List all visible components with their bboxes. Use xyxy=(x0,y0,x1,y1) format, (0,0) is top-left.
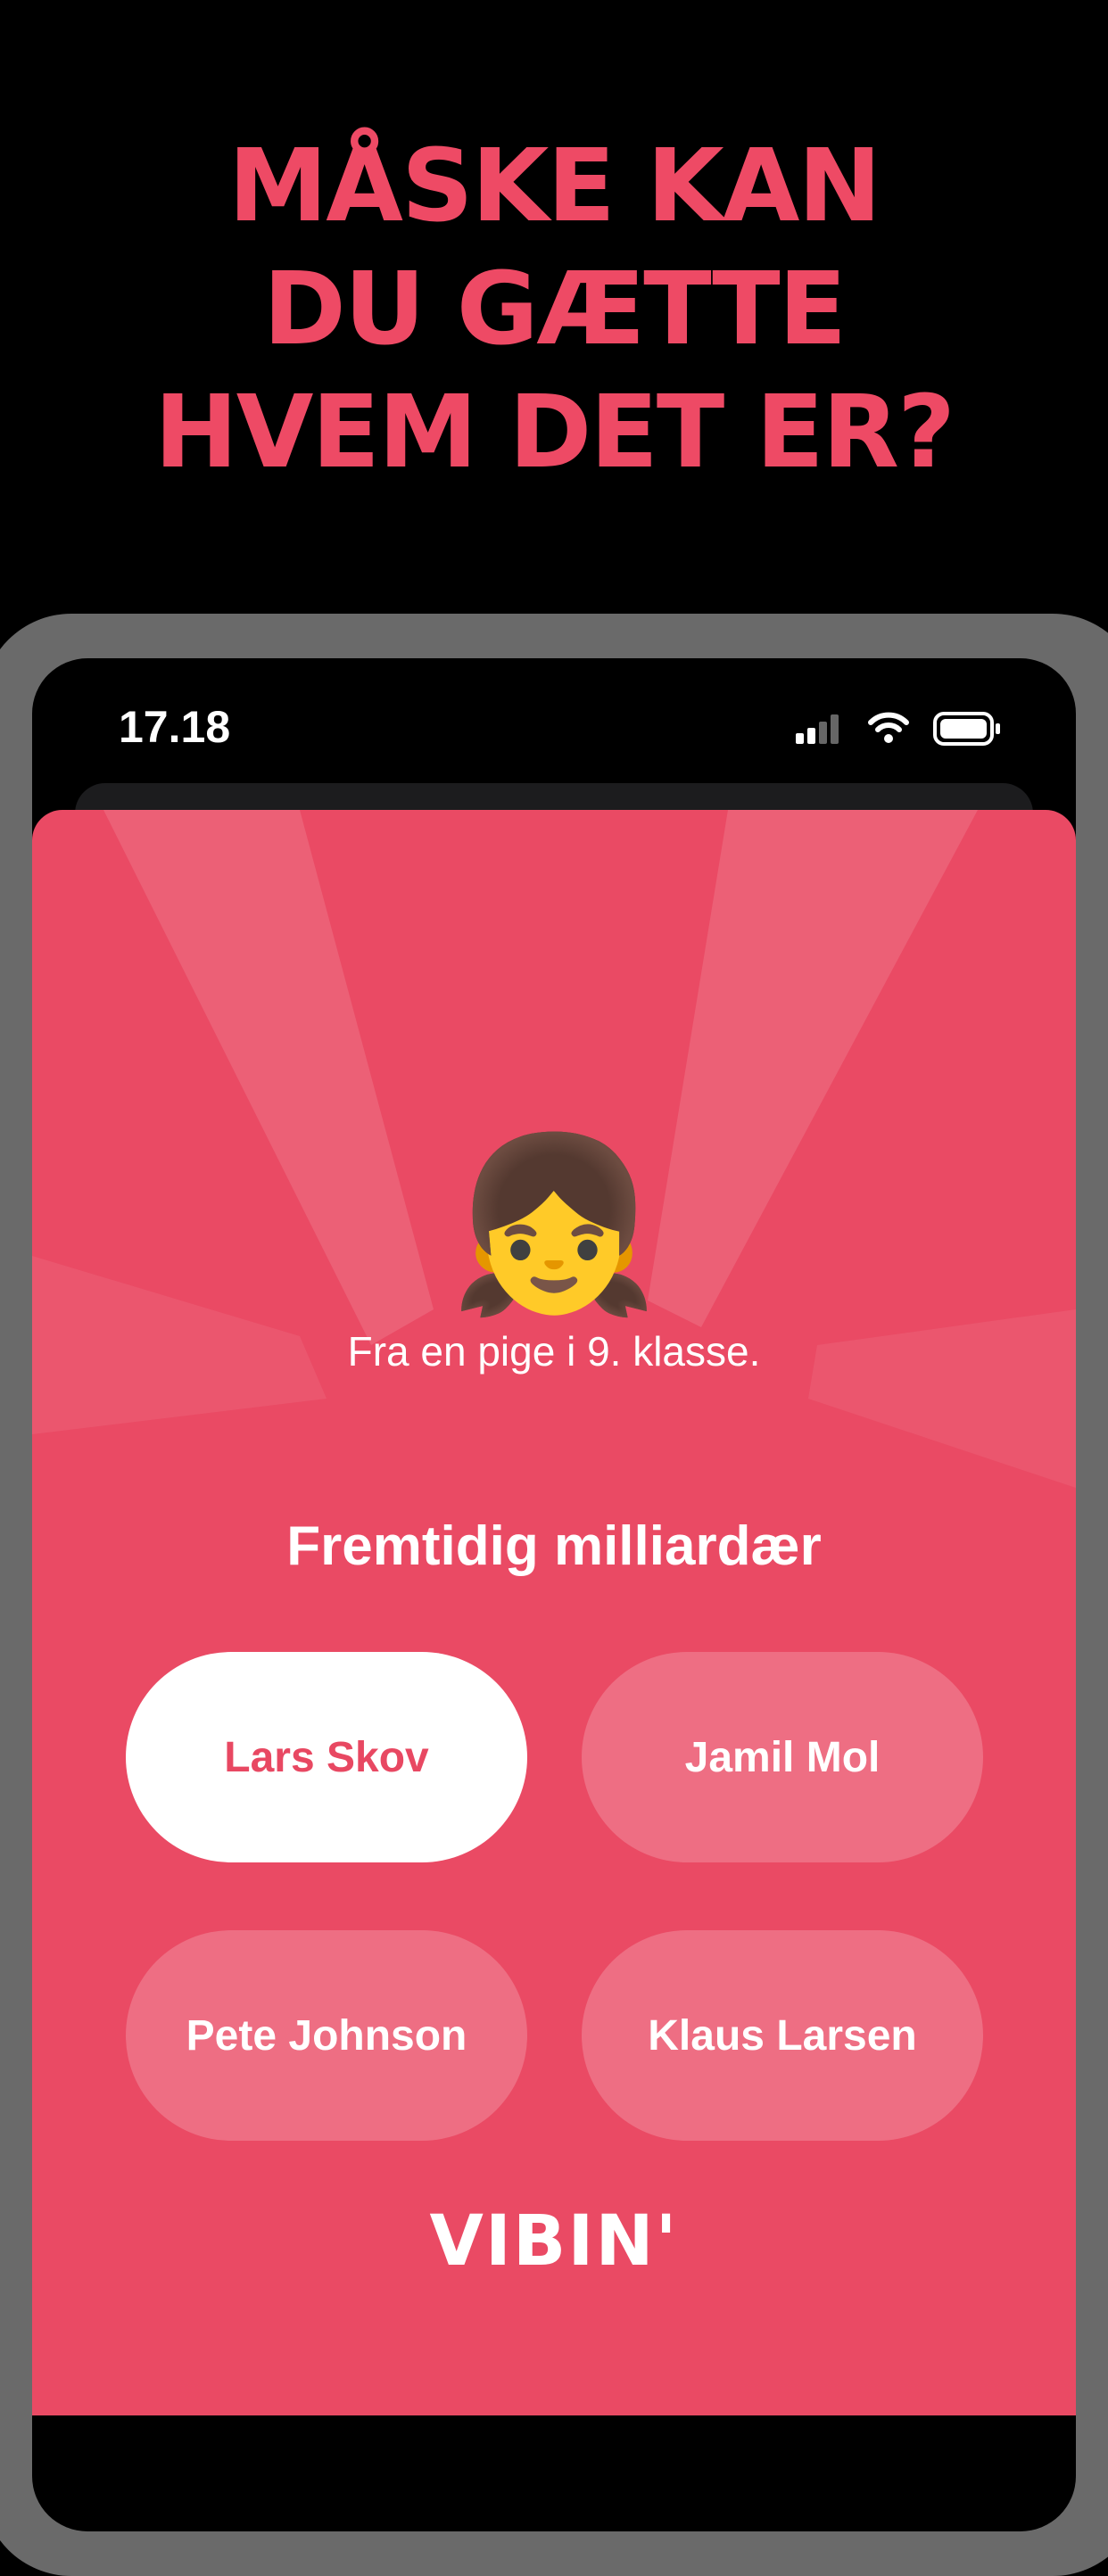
headline-line-2: DU GÆTTE xyxy=(262,252,847,367)
poll-card: 👧 Fra en pige i 9. klasse. Fremtidig mil… xyxy=(32,810,1076,2415)
headline-line-1: MÅSKE KAN xyxy=(227,128,881,244)
option-label: Pete Johnson xyxy=(186,2011,467,2060)
headline: MÅSKE KAN DU GÆTTE HVEM DET ER? xyxy=(0,125,1108,494)
option-button-klaus-larsen[interactable]: Klaus Larsen xyxy=(582,1930,983,2141)
option-label: Lars Skov xyxy=(224,1733,429,1781)
light-rays xyxy=(32,810,1076,1488)
status-icons xyxy=(796,712,1000,746)
option-button-jamil-mol[interactable]: Jamil Mol xyxy=(582,1652,983,1862)
option-button-lars-skov[interactable]: Lars Skov xyxy=(126,1652,527,1862)
status-time: 17.18 xyxy=(119,702,231,752)
wifi-icon xyxy=(868,712,909,743)
poll-subtitle: Fra en pige i 9. klasse. xyxy=(347,1328,761,1375)
headline-line-3: HVEM DET ER? xyxy=(154,375,955,491)
signal-icon xyxy=(796,714,839,744)
poll-question: Fremtidig milliardær xyxy=(286,1515,822,1577)
option-button-pete-johnson[interactable]: Pete Johnson xyxy=(126,1930,527,2141)
option-label: Jamil Mol xyxy=(684,1733,881,1781)
option-label: Klaus Larsen xyxy=(648,2011,917,2060)
vibin-logo: VIBIN' xyxy=(429,2201,679,2282)
girl-emoji-icon: 👧 xyxy=(448,1130,660,1319)
battery-icon xyxy=(933,712,1000,746)
